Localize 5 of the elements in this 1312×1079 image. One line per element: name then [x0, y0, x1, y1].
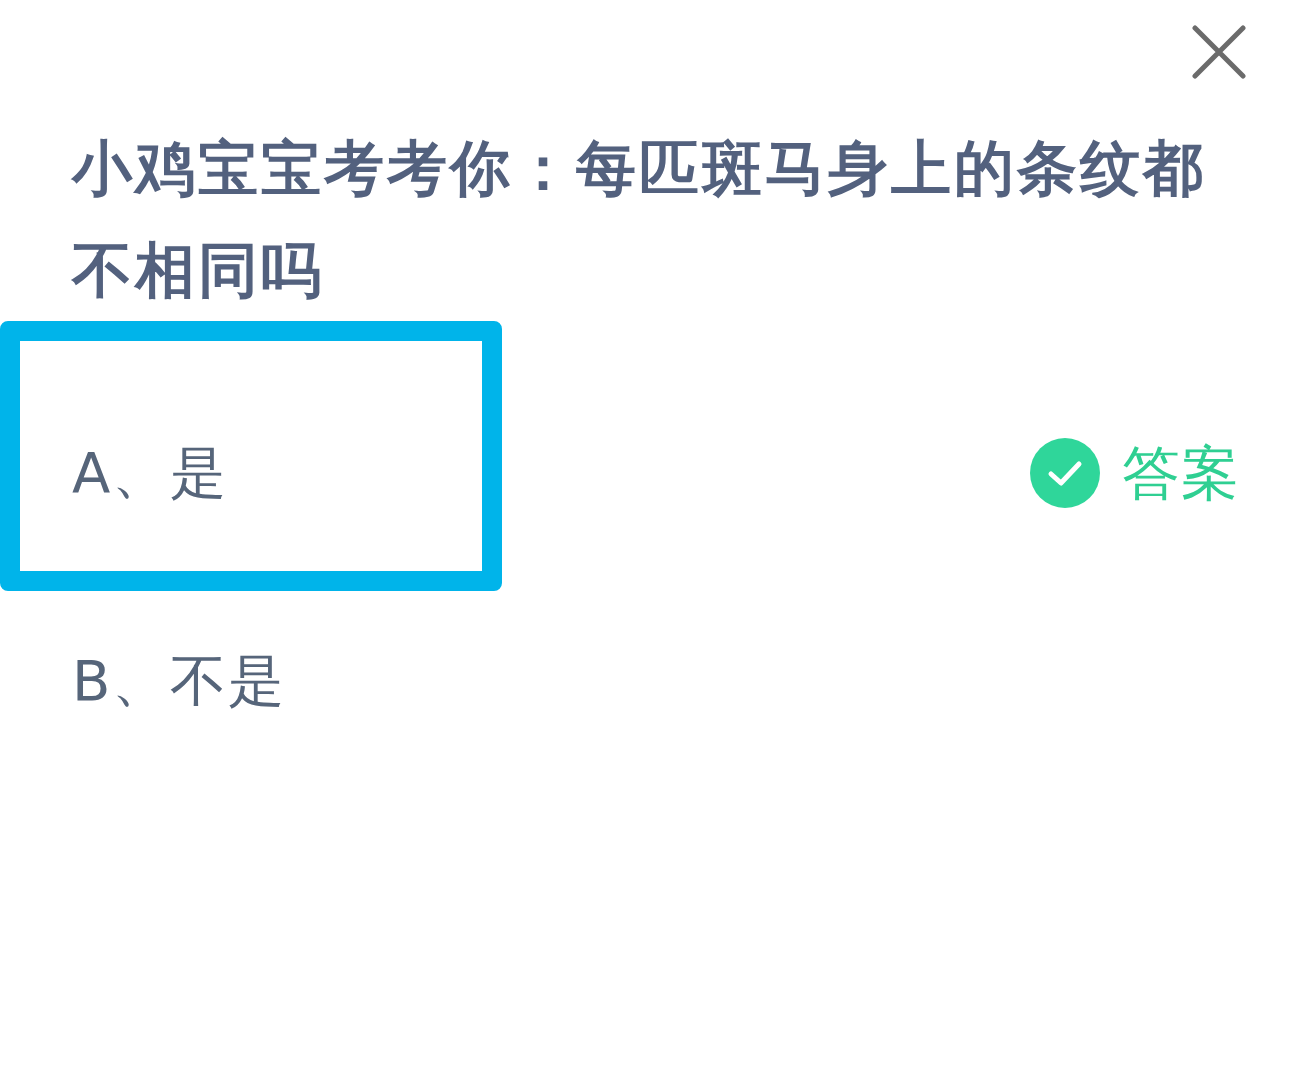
- answer-option[interactable]: A、是: [0, 321, 502, 591]
- question-title: 小鸡宝宝考考你：每匹斑马身上的条纹都不相同吗: [70, 132, 1207, 307]
- answer-label: 答案: [1122, 438, 1240, 508]
- answer-option[interactable]: B、不是: [0, 649, 287, 713]
- close-icon[interactable]: [1192, 25, 1246, 79]
